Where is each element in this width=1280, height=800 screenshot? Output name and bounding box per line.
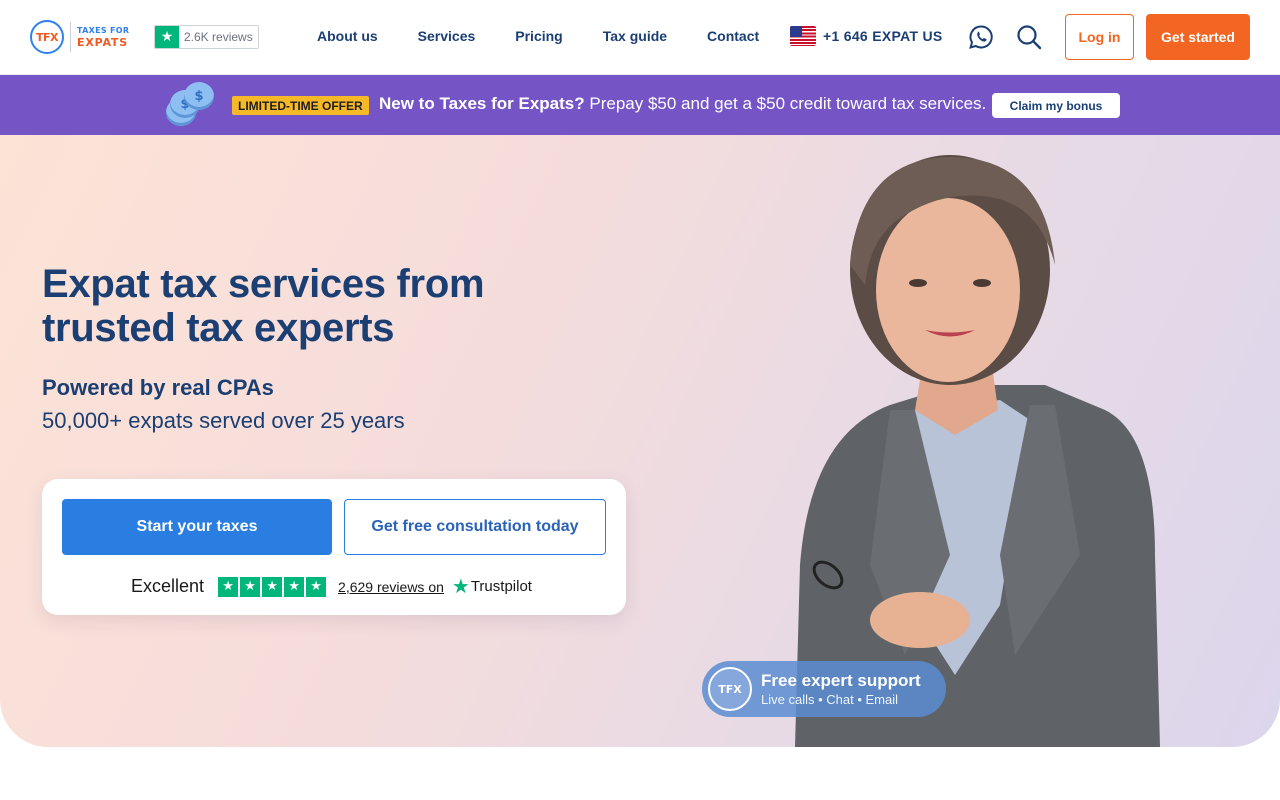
- star-icon: ★: [218, 576, 239, 597]
- hero-subtitle-bold: Powered by real CPAs: [42, 375, 274, 400]
- promo-details: Prepay $50 and get a $50 credit toward t…: [584, 94, 987, 113]
- start-taxes-button[interactable]: Start your taxes: [62, 499, 332, 555]
- site-header: TFX TAXES FOR EXPATS ★ 2.6K reviews Abou…: [0, 0, 1280, 75]
- star-icon: ★: [240, 576, 261, 597]
- logo-line-1: TAXES FOR: [77, 25, 130, 35]
- search-icon[interactable]: [1015, 23, 1043, 51]
- logo-divider: [70, 22, 71, 52]
- trustpilot-wordmark: Trustpilot: [470, 578, 532, 595]
- support-title: Free expert support: [761, 671, 921, 690]
- login-button[interactable]: Log in: [1065, 14, 1134, 60]
- hero-title: Expat tax services from trusted tax expe…: [42, 262, 485, 350]
- support-logo-icon: TFX: [708, 667, 752, 711]
- nav-services[interactable]: Services: [418, 28, 476, 44]
- logo-line-2: EXPATS: [77, 35, 128, 49]
- trustpilot-mini-badge[interactable]: ★ 2.6K reviews: [154, 25, 259, 49]
- logo-mark: TFX: [30, 20, 64, 54]
- free-consultation-button[interactable]: Get free consultation today: [344, 499, 606, 555]
- star-icon: ★: [306, 576, 327, 597]
- phone-link[interactable]: +1 646 EXPAT US: [790, 26, 943, 46]
- trustpilot-review-count: 2.6K reviews: [184, 30, 253, 44]
- phone-number: +1 646 EXPAT US: [823, 28, 943, 44]
- promo-headline: New to Taxes for Expats?: [379, 94, 585, 113]
- promo-message: New to Taxes for Expats? Prepay $50 and …: [379, 94, 986, 114]
- logo-wordmark: TAXES FOR EXPATS: [77, 25, 130, 49]
- star-icon: ★: [262, 576, 283, 597]
- expert-support-badge[interactable]: TFX Free expert support Live calls • Cha…: [702, 661, 946, 717]
- support-channels: Live calls • Chat • Email: [761, 692, 898, 707]
- whatsapp-icon[interactable]: [967, 23, 995, 51]
- rating-stars: ★ ★ ★ ★ ★: [218, 576, 327, 597]
- hero-subtitle: 50,000+ expats served over 25 years: [42, 408, 405, 433]
- star-icon: ★: [284, 576, 305, 597]
- site-logo[interactable]: TFX TAXES FOR EXPATS: [30, 20, 129, 54]
- us-flag-icon: [790, 26, 816, 46]
- get-started-button[interactable]: Get started: [1146, 14, 1250, 60]
- reviews-link[interactable]: 2,629 reviews on: [338, 579, 444, 595]
- tax-expert-portrait: [795, 155, 1160, 747]
- trustpilot-logo: ★ Trustpilot: [452, 574, 532, 599]
- nav-contact[interactable]: Contact: [707, 28, 759, 44]
- rating-word: Excellent: [131, 576, 205, 596]
- claim-bonus-button[interactable]: Claim my bonus: [992, 93, 1120, 118]
- trustpilot-rating: Excellent ★ ★ ★ ★ ★ 2,629 reviews on ★ Tr…: [131, 574, 532, 599]
- nav-tax-guide[interactable]: Tax guide: [603, 28, 667, 44]
- coins-icon: $ $: [166, 82, 214, 128]
- trustpilot-star-icon: ★: [155, 26, 179, 48]
- cta-card: Start your taxes Get free consultation t…: [42, 479, 626, 615]
- nav-about-us[interactable]: About us: [317, 28, 378, 44]
- limited-offer-badge: LIMITED-TIME OFFER: [232, 96, 369, 115]
- nav-pricing[interactable]: Pricing: [515, 28, 562, 44]
- trustpilot-star-icon: ★: [451, 576, 470, 598]
- hero-section: Expat tax services from trusted tax expe…: [0, 135, 1280, 747]
- main-nav: About us Services Pricing Tax guide Cont…: [317, 28, 799, 44]
